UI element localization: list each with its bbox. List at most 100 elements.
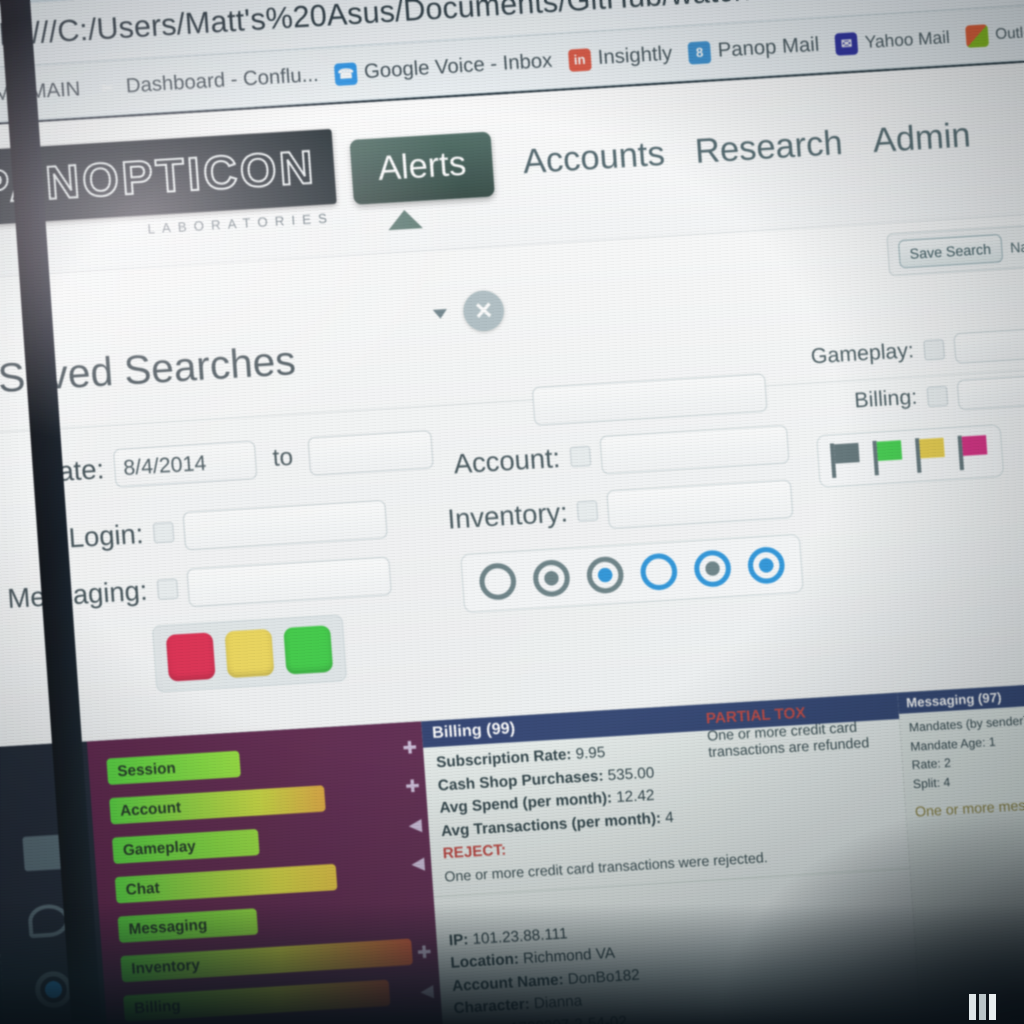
alert-card-session[interactable]: ✚ ◀ IP: 101.23.88.111 Location: Richmond…: [416, 896, 921, 1024]
radio-blue-ring-blue-dot[interactable]: [746, 546, 786, 585]
heatmap-row[interactable]: Inventory: [120, 938, 414, 983]
swatch-green[interactable]: [283, 625, 334, 675]
alert-key: Group:: [455, 1020, 507, 1024]
heatmap-row[interactable]: Account: [109, 785, 326, 825]
nav-item-research[interactable]: Research: [694, 123, 844, 171]
outlook-icon: [965, 23, 989, 48]
filter-row-account: Account:: [442, 424, 790, 484]
expand-icon[interactable]: ✚: [416, 942, 432, 963]
heatmap-row[interactable]: Chat: [114, 863, 338, 904]
alert-value: Dianna: [533, 992, 583, 1013]
nav-item-alerts[interactable]: Alerts: [349, 131, 495, 205]
heatmap-row[interactable]: Gameplay: [111, 828, 260, 864]
gameplay-checkbox[interactable]: [923, 339, 946, 361]
date-input[interactable]: 8/4/2014: [112, 440, 258, 488]
screen-photo: C Dashboard × ☎ Google Voi × in Insightl…: [0, 0, 1024, 1024]
bookmark-label: Yahoo Mail: [864, 27, 951, 52]
monitor-screen: C Dashboard × ☎ Google Voi × in Insightl…: [0, 0, 1024, 1024]
radio-gray-filled[interactable]: [531, 558, 571, 598]
insightly-icon: in: [567, 47, 592, 72]
messaging-checkbox[interactable]: [156, 578, 179, 600]
collapse-icon[interactable]: ◀: [411, 853, 426, 874]
secondary-alert-body: Mandates (by sender): 7 Mandate Age: 1 R…: [899, 694, 1024, 830]
alert-key: Rate:: [911, 756, 942, 773]
heatmap-row[interactable]: Session: [106, 750, 241, 785]
flag-gray-icon[interactable]: [829, 442, 863, 478]
save-search-button[interactable]: Save Search: [897, 233, 1004, 269]
heatmap-label: Messaging: [127, 915, 208, 938]
billing-input[interactable]: [956, 372, 1024, 411]
status-dot-icon[interactable]: [33, 970, 74, 1009]
alert-value: 2: [943, 755, 952, 771]
login-label: Login:: [67, 518, 145, 553]
bookmark-panop-mail[interactable]: 8 Panop Mail: [687, 33, 820, 65]
nav-item-admin[interactable]: Admin: [871, 115, 971, 160]
app-logo[interactable]: PANOPTICON LABORATORIES: [0, 128, 338, 248]
radio-blue-empty[interactable]: [639, 552, 679, 592]
alert-value: 1: [988, 734, 997, 749]
radio-blue-ring-gray-dot[interactable]: [693, 549, 733, 588]
nav-item-accounts[interactable]: Accounts: [522, 134, 667, 182]
severity-radio-group: [460, 533, 804, 614]
date-to-input[interactable]: [307, 429, 434, 476]
login-checkbox[interactable]: [152, 521, 175, 544]
bookmark-confluence[interactable]: ✂ Dashboard - Conflu...: [96, 64, 320, 101]
billing-label: Billing:: [853, 385, 918, 413]
alert-key: IP:: [448, 930, 469, 949]
inventory-checkbox[interactable]: [576, 500, 599, 522]
bookmark-label: Google Voice - Inbox: [363, 49, 554, 84]
alert-key: Account Name:: [451, 970, 565, 995]
taskbar-fragment: [969, 994, 996, 1020]
alert-key: Mandate Age:: [909, 734, 986, 754]
close-icon[interactable]: ×: [461, 289, 506, 333]
heatmap-row[interactable]: Messaging: [117, 908, 259, 943]
swatch-red[interactable]: [165, 632, 216, 682]
heatmap-label: Session: [116, 759, 177, 780]
messaging-label: Messaging:: [6, 574, 149, 614]
active-tab-caret-icon: [387, 208, 423, 231]
account-secondary-input[interactable]: [531, 373, 768, 426]
bookmark-yahoo-mail[interactable]: ✉ Yahoo Mail: [834, 26, 951, 56]
flag-yellow-icon[interactable]: [914, 437, 948, 473]
alert-key: Character:: [453, 995, 531, 1018]
filter-row-inventory: Inventory:: [446, 479, 794, 538]
flag-green-icon[interactable]: [872, 439, 905, 476]
radio-gray-ring-blue-dot[interactable]: [585, 555, 625, 595]
save-search-row: Save Search Name:: [885, 215, 1024, 277]
expand-icon[interactable]: ✚: [405, 776, 421, 797]
panopticon-app: PANOPTICON LABORATORIES Alerts Accounts …: [0, 52, 1024, 1024]
heatmap-label: Billing: [133, 996, 182, 1017]
filter-column-middle: Account: Inventory:: [439, 372, 804, 614]
gameplay-input[interactable]: [953, 326, 1024, 364]
bookmark-google-voice[interactable]: ☎ Google Voice - Inbox: [333, 49, 554, 86]
messaging-input[interactable]: [186, 556, 392, 608]
radio-gray-empty[interactable]: [478, 562, 518, 601]
alert-value: 9.95: [575, 743, 606, 763]
alert-value: 535.00: [607, 763, 655, 784]
account-checkbox[interactable]: [569, 445, 592, 468]
alert-value: 4: [664, 808, 675, 827]
heatmap-row[interactable]: Billing: [123, 979, 391, 1022]
filter-row-date: Date: 8/4/2014 to: [0, 429, 434, 495]
swatch-yellow[interactable]: [224, 628, 275, 679]
bookmark-insightly[interactable]: in Insightly: [567, 42, 673, 72]
alert-key: Location:: [449, 950, 520, 972]
flag-swatches: [816, 424, 1005, 488]
alert-card-controls[interactable]: ✚ ◀: [409, 925, 441, 1002]
collapse-icon[interactable]: ◀: [420, 980, 435, 1001]
inventory-input[interactable]: [606, 479, 794, 530]
bookmark-label: Dashboard - Conflu...: [125, 63, 320, 98]
bookmark-outlook-mail[interactable]: Outlook Mail: [965, 18, 1024, 48]
collapse-icon[interactable]: ◀: [408, 815, 423, 836]
yahoo-mail-icon: ✉: [834, 31, 859, 56]
confluence-icon: ✂: [101, 79, 114, 96]
flag-pink-icon[interactable]: [957, 434, 991, 471]
alert-list: ✚ ✚ ◀ ◀ Billing (99) Subscription Rate: …: [402, 692, 929, 1024]
account-input[interactable]: [599, 424, 790, 475]
expand-icon[interactable]: ✚: [402, 738, 418, 759]
alert-key: Mandates (by sender):: [908, 713, 1024, 735]
chevron-down-icon[interactable]: [432, 308, 448, 319]
billing-checkbox[interactable]: [926, 385, 949, 408]
inventory-label: Inventory:: [446, 496, 569, 535]
login-input[interactable]: [182, 499, 388, 551]
